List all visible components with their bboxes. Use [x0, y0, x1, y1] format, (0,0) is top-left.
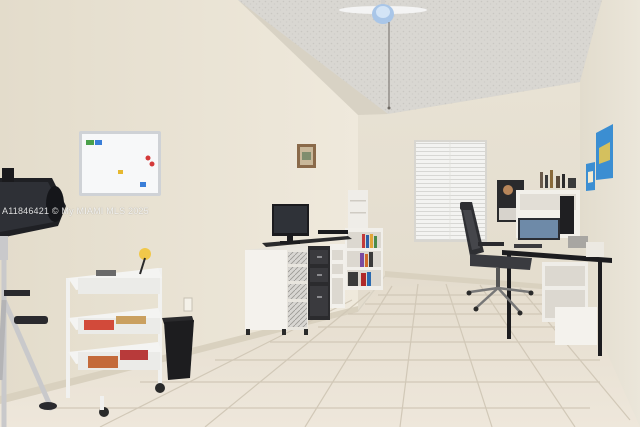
framed-picture	[297, 144, 316, 168]
photo-watermark: A11846421 © My MIAMI MLS 2025	[2, 206, 149, 216]
magnetic-whiteboard	[79, 131, 161, 196]
white-file-cabinet	[245, 244, 310, 335]
wall-outlet	[183, 297, 193, 312]
home-office-photo: A11846421 © My MIAMI MLS 2025	[0, 0, 640, 427]
